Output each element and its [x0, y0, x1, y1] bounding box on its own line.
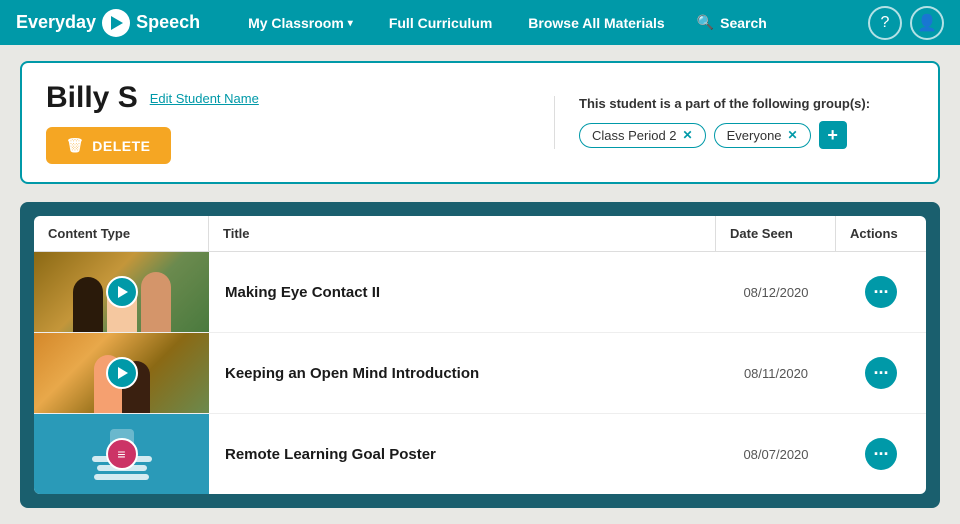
thumbnail-cell	[34, 252, 209, 332]
figure	[73, 277, 103, 332]
brand-icon	[102, 9, 130, 37]
col-content-type: Content Type	[34, 216, 209, 251]
student-card: Billy S Edit Student Name 🗑 DELETE This …	[20, 61, 940, 184]
poster-line	[94, 474, 149, 480]
play-icon	[111, 16, 123, 30]
document-icon: ≡	[117, 446, 125, 462]
main-content: Billy S Edit Student Name 🗑 DELETE This …	[0, 45, 960, 524]
groups-heading: This student is a part of the following …	[579, 96, 914, 111]
user-icon: 👤	[917, 13, 937, 33]
actions-cell: ···	[836, 357, 926, 389]
student-info: Billy S Edit Student Name 🗑 DELETE	[46, 81, 554, 164]
actions-cell: ···	[836, 276, 926, 308]
plus-icon: +	[827, 125, 838, 146]
group-tag-everyone[interactable]: Everyone ✕	[714, 123, 811, 148]
actions-cell: ···	[836, 438, 926, 470]
nav-curriculum[interactable]: Full Curriculum	[371, 0, 510, 45]
nav-icons: ? 👤	[868, 6, 944, 40]
delete-button[interactable]: 🗑 DELETE	[46, 127, 171, 164]
more-actions-button[interactable]: ···	[865, 438, 897, 470]
figure	[141, 272, 171, 332]
date-seen: 08/11/2020	[716, 366, 836, 381]
date-seen: 08/07/2020	[716, 447, 836, 462]
content-title: Making Eye Contact II	[209, 284, 716, 301]
group-tag-class-period[interactable]: Class Period 2 ✕	[579, 123, 706, 148]
help-icon: ?	[881, 14, 890, 32]
play-icon	[118, 286, 128, 298]
nav-classroom[interactable]: My Classroom ▾	[230, 0, 371, 45]
account-button[interactable]: 👤	[910, 6, 944, 40]
table-header: Content Type Title Date Seen Actions	[34, 216, 926, 252]
remove-group-icon[interactable]: ✕	[788, 128, 798, 142]
table-row: ≡ Remote Learning Goal Poster 08/07/2020…	[34, 414, 926, 494]
brand-name-part1: Everyday	[16, 12, 96, 33]
brand-logo[interactable]: Everyday Speech	[16, 9, 200, 37]
thumbnail-image	[34, 252, 209, 332]
remove-group-icon[interactable]: ✕	[683, 128, 693, 142]
play-overlay	[106, 276, 138, 308]
col-title: Title	[209, 216, 716, 251]
help-button[interactable]: ?	[868, 6, 902, 40]
more-actions-button[interactable]: ···	[865, 357, 897, 389]
content-title: Remote Learning Goal Poster	[209, 446, 716, 463]
group-tag-label: Everyone	[727, 128, 782, 143]
table-row: Making Eye Contact II 08/12/2020 ···	[34, 252, 926, 333]
play-icon	[118, 367, 128, 379]
edit-student-name-link[interactable]: Edit Student Name	[150, 91, 259, 106]
thumbnail-image	[34, 333, 209, 413]
nav-items: My Classroom ▾ Full Curriculum Browse Al…	[230, 0, 868, 45]
student-name-row: Billy S Edit Student Name	[46, 81, 554, 115]
table-section: Content Type Title Date Seen Actions	[20, 202, 940, 508]
thumbnail-cell	[34, 333, 209, 413]
student-groups: This student is a part of the following …	[554, 96, 914, 149]
group-tag-label: Class Period 2	[592, 128, 677, 143]
brand-name-part2: Speech	[136, 12, 200, 33]
date-seen: 08/12/2020	[716, 285, 836, 300]
groups-tags: Class Period 2 ✕ Everyone ✕ +	[579, 121, 914, 149]
more-actions-button[interactable]: ···	[865, 276, 897, 308]
col-date-seen: Date Seen	[716, 216, 836, 251]
content-title: Keeping an Open Mind Introduction	[209, 365, 716, 382]
navbar: Everyday Speech My Classroom ▾ Full Curr…	[0, 0, 960, 45]
student-name: Billy S	[46, 81, 138, 115]
trash-icon: 🗑	[66, 137, 84, 154]
col-actions: Actions	[836, 216, 926, 251]
nav-browse[interactable]: Browse All Materials	[510, 0, 682, 45]
table-row: Keeping an Open Mind Introduction 08/11/…	[34, 333, 926, 414]
search-icon: 🔍	[697, 14, 714, 31]
thumbnail-cell: ≡	[34, 414, 209, 494]
thumbnail-image: ≡	[34, 414, 209, 494]
table-container: Content Type Title Date Seen Actions	[34, 216, 926, 494]
doc-overlay: ≡	[106, 438, 138, 470]
play-overlay	[106, 357, 138, 389]
add-group-button[interactable]: +	[819, 121, 847, 149]
nav-search[interactable]: 🔍 Search	[683, 0, 781, 45]
chevron-down-icon: ▾	[348, 18, 353, 29]
